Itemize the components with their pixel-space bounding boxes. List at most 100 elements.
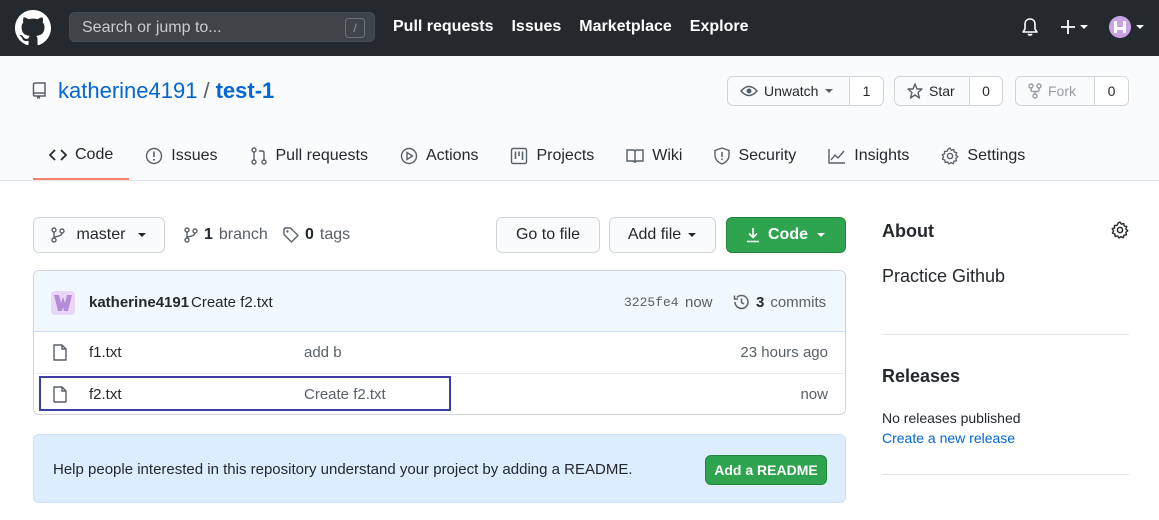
branch-select-button[interactable]: master (33, 217, 165, 253)
bell-icon[interactable] (1021, 17, 1039, 37)
add-readme-button[interactable]: Add a README (705, 455, 827, 485)
tab-insights-label: Insights (854, 147, 910, 164)
releases-heading[interactable]: Releases (882, 366, 960, 387)
repo-name-link[interactable]: test-1 (216, 78, 275, 104)
tab-wiki[interactable]: Wiki (610, 132, 698, 180)
tab-code[interactable]: Code (33, 132, 130, 180)
commits-label: commits (770, 293, 827, 311)
tags-link[interactable]: 0 tags (283, 226, 350, 244)
commit-author-link[interactable]: katherine4191 (89, 294, 189, 311)
tab-security[interactable]: Security (698, 132, 812, 180)
tab-pull-requests[interactable]: Pull requests (234, 132, 385, 180)
tags-count: 0 (305, 226, 314, 243)
no-releases-text: No releases published (882, 410, 1021, 426)
repo-description: Practice Github (882, 266, 1006, 286)
chevron-down-icon (825, 89, 834, 93)
book-icon (626, 149, 644, 164)
search-shortcut-key: / (345, 18, 365, 38)
tab-code-label: Code (75, 146, 114, 163)
repository-header: katherine4191 / test-1 Unwatch 1 Star 0 (0, 56, 1159, 181)
nav-explore[interactable]: Explore (690, 18, 749, 36)
fork-icon (1028, 83, 1042, 99)
code-download-label: Code (768, 226, 808, 243)
watch-count[interactable]: 1 (849, 77, 883, 105)
chevron-down-icon (817, 233, 825, 237)
readme-prompt-text: Help people interested in this repositor… (53, 461, 633, 478)
nav-marketplace[interactable]: Marketplace (579, 18, 672, 36)
code-icon (49, 149, 67, 161)
file-commit-age: now (800, 386, 828, 403)
branches-label: branch (218, 226, 268, 243)
branches-count: 1 (204, 226, 213, 243)
commit-time: now (685, 294, 713, 311)
commits-history-link[interactable]: 3 commits (732, 293, 826, 311)
fork-button-group: Fork 0 (1015, 76, 1129, 106)
repo-icon (32, 82, 46, 99)
file-commit-message-link[interactable]: add b (304, 344, 342, 361)
add-file-button[interactable]: Add file (609, 217, 716, 253)
nav-issues[interactable]: Issues (511, 18, 561, 36)
tab-actions[interactable]: Actions (384, 132, 494, 180)
tab-security-label: Security (738, 147, 797, 164)
star-icon (907, 83, 923, 99)
tab-pull-requests-label: Pull requests (275, 147, 369, 164)
chevron-down-icon (688, 233, 697, 237)
divider (882, 334, 1129, 335)
watch-button-group: Unwatch 1 (727, 76, 884, 106)
file-commit-age: 23 hours ago (740, 344, 828, 361)
tab-issues-label: Issues (171, 147, 218, 164)
gear-icon (941, 147, 959, 165)
tab-issues[interactable]: Issues (129, 132, 233, 180)
github-logo-icon[interactable] (15, 10, 51, 46)
tags-label: tags (319, 226, 351, 243)
star-count[interactable]: 0 (969, 77, 1002, 105)
git-pull-request-icon (250, 147, 267, 165)
latest-commit-bar: katherine4191 Create f2.txt 3225fe4 now … (34, 271, 845, 332)
commit-sha-link[interactable]: 3225fe4 (624, 295, 679, 310)
tab-settings[interactable]: Settings (925, 132, 1041, 180)
gear-icon[interactable] (1111, 221, 1129, 239)
issue-opened-icon (146, 147, 163, 165)
tab-projects[interactable]: Projects (494, 132, 610, 180)
tab-insights[interactable]: Insights (812, 132, 925, 180)
download-icon (747, 228, 759, 243)
code-download-button[interactable]: Code (726, 217, 846, 253)
global-nav: Pull requests Issues Marketplace Explore (393, 18, 748, 36)
tab-actions-label: Actions (426, 147, 479, 164)
commits-count: 3 (756, 293, 765, 311)
global-header: Search or jump to... / Pull requests Iss… (0, 0, 1159, 56)
avatar[interactable] (51, 291, 75, 315)
star-button[interactable]: Star (895, 77, 969, 105)
go-to-file-button[interactable]: Go to file (496, 217, 600, 253)
search-placeholder: Search or jump to... (82, 19, 222, 36)
commit-message-link[interactable]: Create f2.txt (191, 294, 273, 311)
user-menu[interactable] (1109, 16, 1145, 38)
chevron-down-icon (1136, 25, 1144, 29)
repo-owner-link[interactable]: katherine4191 (58, 78, 197, 104)
project-icon (511, 147, 528, 165)
repo-separator: / (203, 78, 210, 103)
avatar (1109, 16, 1131, 38)
branch-name: master (76, 226, 126, 243)
plus-dropdown-icon[interactable] (1059, 17, 1089, 37)
fork-count[interactable]: 0 (1094, 77, 1128, 105)
about-heading: About (882, 221, 934, 241)
unwatch-button[interactable]: Unwatch (728, 77, 849, 105)
readme-prompt: Help people interested in this repositor… (33, 434, 846, 503)
search-input[interactable]: Search or jump to... / (69, 12, 375, 42)
go-to-file-label: Go to file (515, 226, 581, 243)
nav-pull-requests[interactable]: Pull requests (393, 18, 493, 36)
repo-title: katherine4191 / test-1 (32, 78, 274, 104)
play-icon (400, 147, 418, 165)
create-release-link[interactable]: Create a new release (882, 430, 1015, 446)
shield-icon (714, 147, 731, 165)
repo-tabs: Code Issues Pull requests Actions Projec… (33, 132, 1041, 180)
eye-icon (740, 85, 758, 97)
file-name-link[interactable]: f1.txt (89, 344, 122, 361)
fork-button[interactable]: Fork (1016, 77, 1094, 105)
chevron-down-icon (138, 233, 147, 237)
file-row-f1: f1.txt add b 23 hours ago (34, 332, 845, 373)
git-branch-icon (50, 227, 65, 243)
branches-link[interactable]: 1 branch (184, 226, 268, 244)
header-actions (1021, 16, 1145, 38)
